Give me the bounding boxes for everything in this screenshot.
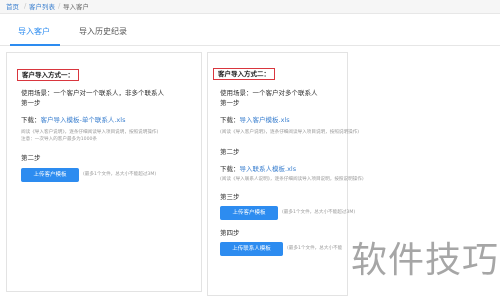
breadcrumb-customer-list[interactable]: 客户列表 [29,3,55,11]
method-two-upload-customer-note: (最多1个文件，总大小不能超过3M) [282,210,356,215]
method-two-read-note-contact: (阅读《导入联系人说明》，逐条仔细阅读导入项目说明，按照说明操作) [220,177,364,182]
breadcrumb-current: 导入客户 [63,3,89,11]
breadcrumb-separator: / [58,2,61,10]
breadcrumb-home[interactable]: 首页 [6,3,19,11]
import-method-one-panel: 客户导入方式一： 使用场景：一个客户对一个联系人，非多个联系人 第一步 下载：客… [6,52,202,292]
download-template-link[interactable]: 客户导入模板-单个联系人.xls [41,116,126,124]
method-two-step-one: 第一步 [220,99,240,107]
method-one-read-note: 阅读《导入客户说明》，逐条仔细阅读导入项目说明，按照说明操作) [21,130,159,135]
method-two-title: 客户导入方式二： [213,68,275,80]
method-two-step-two: 第二步 [220,148,240,156]
download-customer-template-link[interactable]: 导入客户模板.xls [240,116,290,124]
breadcrumb-bar: 首页 / 客户列表 / 导入客户 [0,0,500,14]
method-one-step-two: 第二步 [21,154,41,162]
download-label: 下载： [220,165,240,173]
breadcrumb-separator: / [24,2,27,10]
method-one-download: 下载：客户导入模板-单个联系人.xls [21,116,125,124]
method-one-scene: 使用场景：一个客户对一个联系人，非多个联系人 [21,89,164,97]
method-one-limit-note: 注意：一次导入的客户最多为1000条 [21,137,98,142]
method-two-scene: 使用场景：一个客户对多个联系人 [220,89,318,97]
upload-customer-template-button[interactable]: 上传客户模板 [220,206,278,220]
method-one-step-one: 第一步 [21,99,41,107]
upload-contact-template-button[interactable]: 上传联系人模板 [220,242,283,256]
tab-bar: 导入客户 导入历史纪录 [0,20,500,46]
download-contact-template-link[interactable]: 导入联系人模板.xls [240,165,297,173]
method-two-step-four: 第四步 [220,229,240,237]
tab-import-history[interactable]: 导入历史纪录 [79,27,127,37]
download-label: 下载： [220,116,240,124]
method-two-step-three: 第三步 [220,193,240,201]
tab-import-customer[interactable]: 导入客户 [18,27,50,37]
import-method-two-panel: 客户导入方式二： 使用场景：一个客户对多个联系人 第一步 下载：导入客户模板.x… [207,52,364,296]
download-label: 下载： [21,116,41,124]
method-two-download-contact: 下载：导入联系人模板.xls [220,165,296,173]
active-tab-indicator [10,44,60,46]
upload-customer-template-button[interactable]: 上传客户模板 [21,168,79,182]
method-one-title: 客户导入方式一： [17,69,79,81]
method-one-upload-note: (最多1个文件，总大小不能超过3M) [83,172,157,177]
watermark-text: 软件技巧 [351,240,500,281]
method-two-download-customer: 下载：导入客户模板.xls [220,116,290,124]
method-two-upload-contact-note: (最多1个文件，总大小不能 [287,246,343,251]
method-two-read-note-customer: (阅读《导入客户说明》，逐条仔细阅读导入项目说明，按照说明操作) [220,130,360,135]
